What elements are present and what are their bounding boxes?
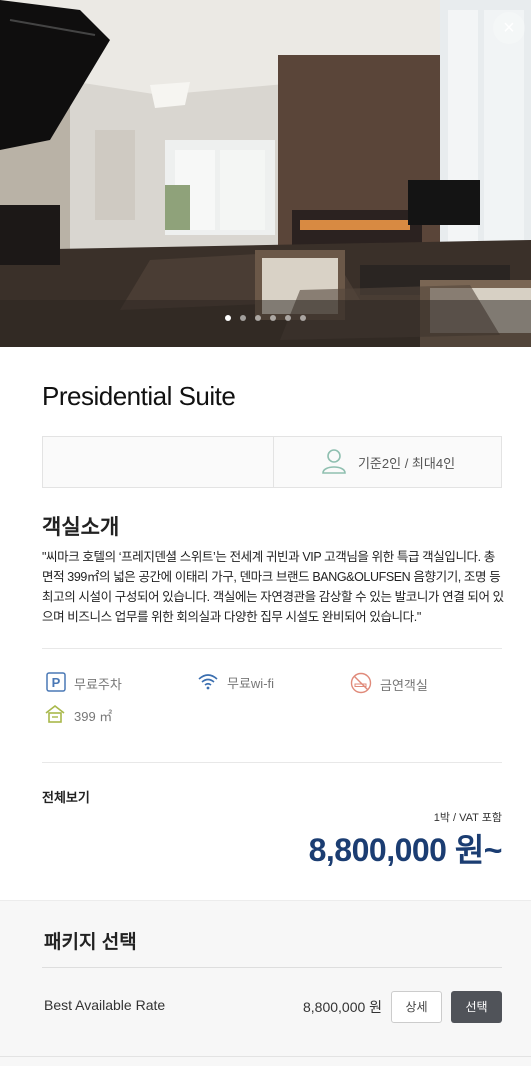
person-icon: [320, 447, 348, 478]
amenity-nonsmoking: 금연객실: [350, 672, 428, 697]
gallery-dot-4[interactable]: [270, 315, 276, 321]
view-all-link[interactable]: 전체보기: [42, 787, 90, 806]
select-button[interactable]: 선택: [451, 991, 502, 1023]
home-icon: [44, 704, 66, 727]
svg-text:P: P: [52, 675, 61, 690]
room-info-box: 기준2인 / 최대4인: [42, 436, 502, 488]
amenity-label: 무료wi-fi: [227, 676, 275, 691]
wifi-icon: [197, 672, 219, 693]
price-note: 1박 / VAT 포함: [433, 812, 502, 824]
gallery-dot-5[interactable]: [285, 315, 291, 321]
room-title: Presidential Suite: [42, 381, 236, 411]
gallery-dot-1[interactable]: [225, 315, 231, 321]
divider: [42, 967, 502, 968]
package-section: 패키지 선택 Best Available Rate 8,800,000 원 상…: [0, 900, 531, 1066]
room-photo-gallery[interactable]: ×: [0, 0, 531, 347]
close-icon[interactable]: ×: [503, 17, 515, 39]
intro-description: "씨마크 호텔의 ‘프레지덴셜 스위트’는 전세계 귀빈과 VIP 고객님을 위…: [42, 550, 504, 624]
close-button[interactable]: ×: [493, 12, 525, 44]
amenity-area: 399 ㎡: [44, 704, 112, 727]
divider: [0, 1056, 531, 1057]
room-photo: [0, 0, 531, 347]
gallery-dot-2[interactable]: [240, 315, 246, 321]
room-price: 8,800,000 원~: [308, 832, 503, 868]
capacity-text: 기준2인 / 최대4인: [357, 455, 456, 471]
package-name: Best Available Rate: [44, 997, 166, 1013]
no-smoking-icon: [350, 672, 372, 697]
divider: [42, 648, 502, 649]
amenity-parking: P 무료주차: [46, 672, 122, 695]
parking-icon: P: [46, 672, 66, 695]
gallery-dot-3[interactable]: [255, 315, 261, 321]
gallery-pagination: [0, 315, 531, 321]
divider: [42, 762, 502, 763]
package-price: 8,800,000 원: [303, 999, 383, 1015]
amenity-label: 399 ㎡: [74, 709, 113, 724]
amenity-label: 무료주차: [74, 677, 122, 692]
room-capacity: 기준2인 / 최대4인: [274, 437, 501, 487]
intro-heading: 객실소개: [42, 516, 120, 539]
package-heading: 패키지 선택: [44, 932, 137, 953]
amenity-label: 금연객실: [380, 678, 428, 693]
detail-button[interactable]: 상세: [391, 991, 442, 1023]
room-info-empty: [43, 437, 274, 487]
gallery-dot-6[interactable]: [300, 315, 306, 321]
amenity-wifi: 무료wi-fi: [197, 672, 274, 693]
